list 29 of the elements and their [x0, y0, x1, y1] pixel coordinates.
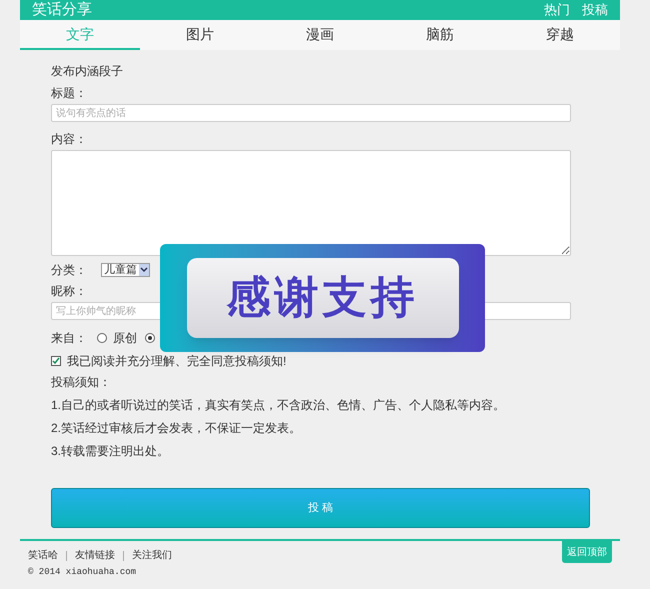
footer-link[interactable]: 笑话哈	[28, 549, 58, 563]
site-title: 笑话分享	[32, 1, 92, 19]
radio-button[interactable]	[97, 333, 107, 343]
field-label: 内容：	[51, 131, 88, 147]
tab[interactable]: 图片	[140, 20, 260, 50]
radio-label[interactable]: 原创	[113, 330, 137, 346]
field-label: 来自：	[51, 330, 87, 346]
category-select[interactable]: 儿童篇	[101, 263, 150, 277]
radio-button[interactable]	[145, 333, 155, 343]
notice-text: 1.自己的或者听说过的笑话，真实有笑点，不含政治、色情、广告、个人隐私等内容。	[51, 397, 506, 413]
form-heading: 发布内涵段子	[51, 63, 124, 79]
tab[interactable]: 漫画	[260, 20, 380, 50]
agree-label: 我已阅读并充分理解、完全同意投稿须知!	[67, 353, 286, 369]
footer-link[interactable]: 友情链接	[75, 549, 115, 563]
thanks-text: 感谢支持	[186, 258, 458, 338]
notice-title: 投稿须知：	[51, 374, 112, 390]
footer-link[interactable]: 关注我们	[132, 549, 172, 563]
notice-text: 3.转载需要注明出处。	[51, 443, 170, 459]
tab[interactable]: 脑筋	[380, 20, 500, 50]
content-field[interactable]	[51, 150, 571, 256]
notice-text: 2.笑话经过审核后才会发表，不保证一定发表。	[51, 420, 302, 436]
field-label: 昵称：	[51, 283, 88, 299]
copyright: © 2014 xiaohuaha.com	[28, 566, 138, 578]
title-field[interactable]: 说句有亮点的话	[51, 104, 571, 122]
tab[interactable]: 穿越	[500, 20, 620, 50]
dropdown-icon	[139, 264, 149, 276]
field-label: 分类：	[51, 262, 87, 278]
field-label: 标题：	[51, 85, 88, 101]
checkbox[interactable]	[51, 356, 61, 366]
